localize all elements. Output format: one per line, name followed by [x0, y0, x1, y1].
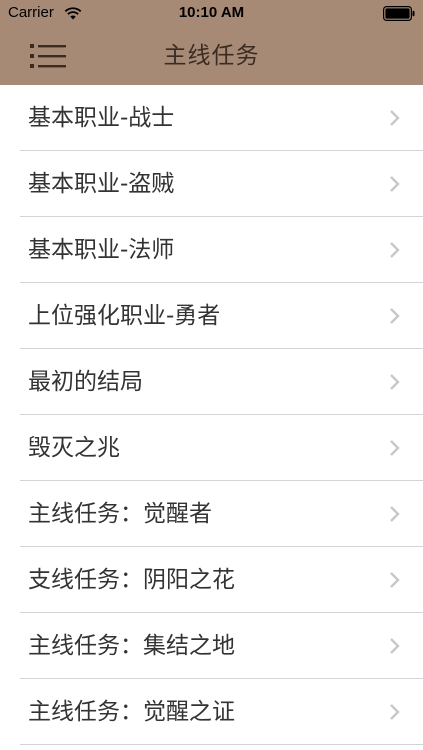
- list-item[interactable]: 最初的结局: [0, 349, 423, 415]
- app-header: Carrier 10:10 AM 主线任务: [0, 0, 423, 85]
- list-item[interactable]: 主线任务：觉醒之证: [0, 679, 423, 745]
- chevron-right-icon: [390, 506, 400, 522]
- status-bar: Carrier 10:10 AM: [0, 0, 423, 28]
- chevron-right-icon: [390, 572, 400, 588]
- list-item-label: 上位强化职业-勇者: [28, 303, 221, 329]
- list-menu-icon[interactable]: [26, 40, 70, 72]
- chevron-right-icon: [390, 704, 400, 720]
- list-item[interactable]: 基本职业-法师: [0, 217, 423, 283]
- list-item[interactable]: 毁灭之兆: [0, 415, 423, 481]
- list-item-label: 基本职业-法师: [28, 237, 175, 263]
- list-item-label: 基本职业-盗贼: [28, 171, 175, 197]
- list-item-label: 最初的结局: [28, 369, 143, 395]
- chevron-right-icon: [390, 242, 400, 258]
- list-item-label: 毁灭之兆: [28, 435, 120, 461]
- list-item[interactable]: 基本职业-盗贼: [0, 151, 423, 217]
- chevron-right-icon: [390, 110, 400, 126]
- list-item-label: 主线任务：集结之地: [28, 633, 235, 659]
- navigation-bar: 主线任务: [0, 28, 423, 85]
- battery-icon: [383, 6, 415, 21]
- quest-list: 基本职业-战士 基本职业-盗贼 基本职业-法师 上位强化职业-勇者 最初的结局 …: [0, 85, 423, 750]
- chevron-right-icon: [390, 440, 400, 456]
- list-item-label: 基本职业-战士: [28, 105, 175, 131]
- chevron-right-icon: [390, 638, 400, 654]
- list-item[interactable]: 主线任务：觉醒者: [0, 481, 423, 547]
- list-item-label: 主线任务：觉醒者: [28, 501, 212, 527]
- list-item[interactable]: 支线任务：阴阳之花: [0, 547, 423, 613]
- chevron-right-icon: [390, 374, 400, 390]
- list-item[interactable]: 基本职业-战士: [0, 85, 423, 151]
- status-time: 10:10 AM: [178, 4, 245, 21]
- chevron-right-icon: [390, 308, 400, 324]
- list-item-label: 主线任务：觉醒之证: [28, 699, 235, 725]
- chevron-right-icon: [390, 176, 400, 192]
- list-item-label: 支线任务：阴阳之花: [28, 567, 235, 593]
- list-item[interactable]: 主线任务：集结之地: [0, 613, 423, 679]
- list-item[interactable]: 上位强化职业-勇者: [0, 283, 423, 349]
